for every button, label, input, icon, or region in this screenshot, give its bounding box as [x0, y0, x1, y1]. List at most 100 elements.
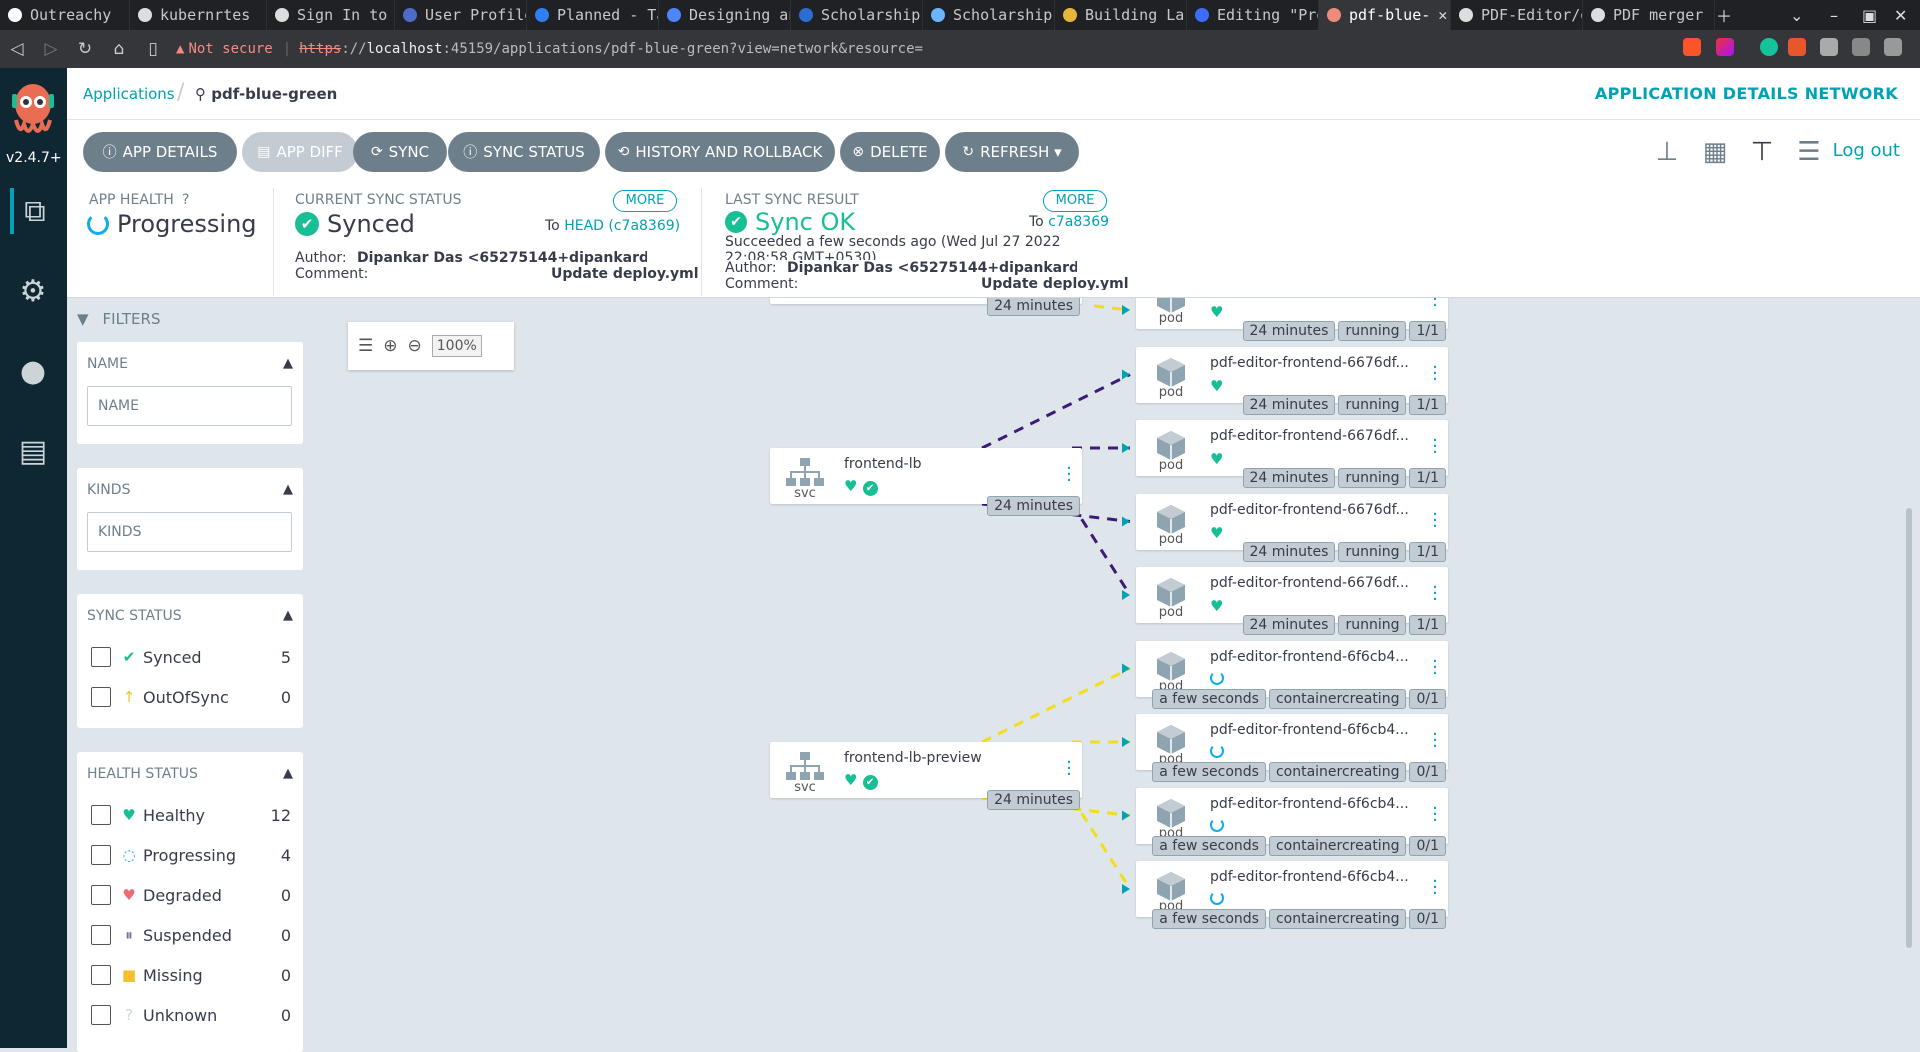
filter-option[interactable]: ✔ Synced 5 — [91, 642, 291, 672]
sync-revision-link[interactable]: HEAD (c7a8369) — [564, 218, 680, 234]
browser-tab[interactable]: pdf-blue- ✕ — [1319, 0, 1451, 30]
sync-status-button[interactable]: ⓘ SYNC STATUS — [448, 132, 600, 172]
pod-node[interactable]: pod pdf-editor-frontend-6676df... ♥ · · · 24 m… — [1136, 420, 1448, 488]
filter-option[interactable]: ♥ Degraded 0 — [91, 880, 291, 910]
checkbox[interactable] — [91, 925, 111, 945]
menu-icon[interactable] — [1884, 38, 1902, 56]
collapse-caret-icon[interactable]: ▲ — [283, 356, 293, 371]
close-window-icon[interactable]: ✕ — [1894, 0, 1907, 30]
tab-list-chevron-icon[interactable]: ⌄ — [1790, 0, 1803, 30]
filter-option[interactable]: ◌ Progressing 4 — [91, 840, 291, 870]
refresh-button[interactable]: ↻ REFRESH ▾ — [945, 132, 1079, 172]
brave-shield-icon[interactable] — [1683, 38, 1701, 56]
browser-tab[interactable]: Designing an — [659, 0, 791, 30]
node-menu-icon[interactable]: ··· — [1432, 873, 1438, 903]
breadcrumb-applications[interactable]: Applications — [83, 85, 175, 103]
tree-view-icon[interactable]: ⊥ — [1649, 135, 1685, 169]
browser-tab[interactable]: PDF merger — [1583, 0, 1715, 30]
wallet-icon[interactable] — [1852, 38, 1870, 56]
sync-more-button[interactable]: MORE — [613, 190, 677, 212]
settings-nav-icon[interactable]: ⚙ — [10, 268, 56, 314]
service-node[interactable]: svc 24 minutes — [770, 298, 1082, 316]
extensions-puzzle-icon[interactable] — [1820, 38, 1838, 56]
new-tab-button[interactable]: ＋ — [1716, 0, 1732, 30]
browser-tab[interactable]: Sign In to C — [267, 0, 395, 30]
filter-option[interactable]: ? Unknown 0 — [91, 1000, 291, 1030]
checkbox[interactable] — [91, 805, 111, 825]
browser-tab[interactable]: Editing "Pro — [1187, 0, 1319, 30]
collapse-caret-icon[interactable]: ▲ — [283, 766, 293, 781]
list-view-icon[interactable]: ☰ — [1791, 135, 1827, 169]
browser-tab[interactable]: Outreachy — [0, 0, 130, 30]
minimize-icon[interactable]: – — [1830, 0, 1838, 30]
help-icon[interactable]: ? — [182, 192, 189, 208]
pods-view-icon[interactable]: ▦ — [1697, 135, 1733, 169]
browser-tab[interactable]: Planned - Ta — [527, 0, 659, 30]
home-icon[interactable]: ⌂ — [102, 39, 136, 59]
close-tab-icon[interactable]: ✕ — [1438, 6, 1447, 24]
reload-icon[interactable]: ↻ — [68, 39, 102, 59]
network-view-icon[interactable]: ⊤ — [1744, 135, 1780, 169]
service-node[interactable]: svc frontend-lb ♥ ✔ · · · 24 minutes — [770, 448, 1082, 516]
address-bar[interactable]: ▲ Not secure | https:// localhost :45159… — [176, 35, 923, 63]
pod-node[interactable]: pod pdf-editor-frontend-6676df... ♥ · · · 24 m… — [1136, 493, 1448, 562]
brave-rewards-icon[interactable] — [1716, 38, 1734, 56]
forward-icon[interactable]: ▷ — [34, 39, 68, 59]
node-menu-icon[interactable]: ··· — [1432, 579, 1438, 609]
browser-tab[interactable]: User Profile — [395, 0, 527, 30]
pod-node[interactable]: pod pdf-editor-frontend-6f6cb4... · · · a few… — [1136, 787, 1448, 856]
last-sync-revision-link[interactable]: c7a8369 — [1048, 214, 1109, 230]
checkbox[interactable] — [91, 647, 111, 667]
checkbox[interactable] — [91, 885, 111, 905]
name-filter-input[interactable]: NAME — [87, 386, 292, 426]
grammarly-icon[interactable] — [1760, 38, 1778, 56]
node-menu-icon[interactable]: ··· — [1432, 432, 1438, 462]
docs-nav-icon[interactable]: ▤ — [10, 428, 56, 474]
pod-node[interactable]: pod pdf-editor-frontend-6676df... ♥ · · · 24 m… — [1136, 567, 1448, 635]
last-sync-more-button[interactable]: MORE — [1043, 190, 1107, 212]
node-menu-icon[interactable]: ··· — [1432, 358, 1438, 388]
pod-node[interactable]: pod pdf-editor-frontend-6676df... ♥ · · · 24 m… — [1136, 346, 1448, 415]
applications-nav-icon[interactable]: ⧉ — [10, 188, 56, 234]
browser-tab[interactable]: Scholarships — [791, 0, 923, 30]
pod-node[interactable]: pod pdf-editor-frontend-6f6cb4... · · · a few… — [1136, 640, 1448, 709]
vertical-scrollbar[interactable] — [1906, 508, 1912, 948]
logout-link[interactable]: Log out — [1833, 140, 1900, 161]
kinds-filter-input[interactable]: KINDS — [87, 512, 292, 552]
pod-node[interactable]: pod pdf-editor-frontend-6f6cb4... · · · a few… — [1136, 861, 1448, 929]
user-nav-icon[interactable]: ● — [10, 348, 56, 394]
checkbox[interactable] — [91, 845, 111, 865]
checkbox[interactable] — [91, 965, 111, 985]
app-details-button[interactable]: ⓘ APP DETAILS — [83, 132, 237, 172]
network-graph[interactable]: ☰ ⊕ ⊖ 100% svc24 minutessvcfrontend-lb♥ … — [314, 298, 1920, 1048]
maximize-icon[interactable]: ▣ — [1862, 0, 1877, 30]
node-menu-icon[interactable]: ··· — [1432, 505, 1438, 535]
checkbox[interactable] — [91, 1005, 111, 1025]
bookmark-icon[interactable]: ▯ — [136, 39, 170, 59]
checkbox[interactable] — [91, 687, 111, 707]
back-icon[interactable]: ◁ — [0, 39, 34, 59]
collapse-caret-icon[interactable]: ▲ — [283, 482, 293, 497]
node-menu-icon[interactable]: ··· — [1066, 754, 1072, 784]
node-menu-icon[interactable]: ··· — [1432, 726, 1438, 756]
service-node[interactable]: svc frontend-lb-preview ♥ ✔ · · · 24 minutes — [770, 742, 1082, 810]
pod-node[interactable]: pod pdf-editor-frontend-6f6cb4... · · · a few… — [1136, 714, 1448, 782]
filter-option[interactable]: ■ Missing 0 — [91, 960, 291, 990]
node-menu-icon[interactable]: ··· — [1432, 298, 1438, 315]
app-diff-button[interactable]: ▤ APP DIFF — [242, 132, 358, 172]
sync-button[interactable]: ⟳ SYNC — [353, 132, 447, 172]
browser-tab[interactable]: Building Lar — [1055, 0, 1187, 30]
extension-icon[interactable] — [1788, 38, 1806, 56]
delete-button[interactable]: ⊗ DELETE — [840, 132, 940, 172]
browser-tab[interactable]: Scholarship — [923, 0, 1055, 30]
filter-option[interactable]: ♥ Healthy 12 — [91, 800, 291, 830]
history-rollback-button[interactable]: ⟲ HISTORY AND ROLLBACK — [605, 132, 835, 172]
node-menu-icon[interactable]: ··· — [1432, 799, 1438, 829]
browser-tab[interactable]: kubernrtes — [130, 0, 267, 30]
pod-node[interactable]: pod ♥ ··· 24 minutesrunning1/1 — [1136, 298, 1448, 341]
node-menu-icon[interactable]: ··· — [1066, 460, 1072, 490]
browser-tab[interactable]: PDF-Editor/d — [1451, 0, 1583, 30]
node-menu-icon[interactable]: ··· — [1432, 652, 1438, 682]
filter-option[interactable]: ↑ OutOfSync 0 — [91, 682, 291, 712]
collapse-caret-icon[interactable]: ▲ — [283, 608, 293, 623]
